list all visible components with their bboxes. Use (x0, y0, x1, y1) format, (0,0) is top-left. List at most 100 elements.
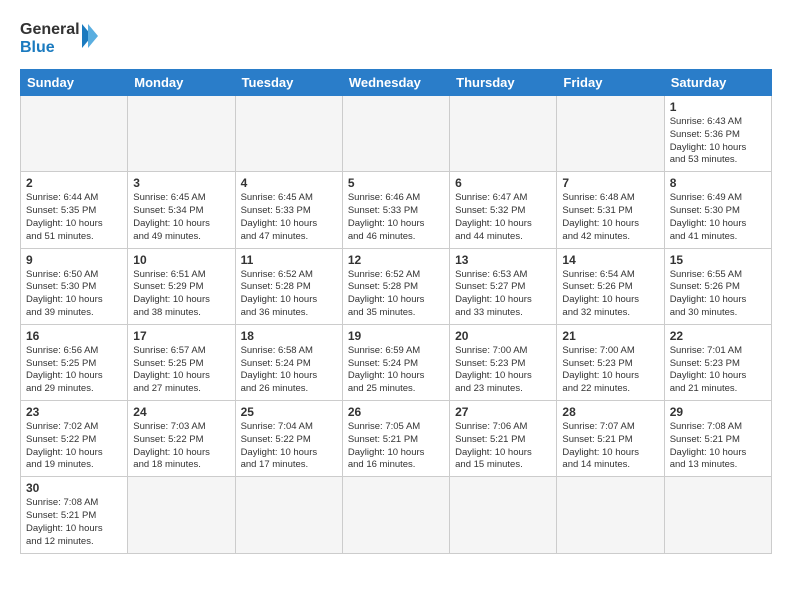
day-info: Sunrise: 7:00 AMSunset: 5:23 PMDaylight:… (562, 345, 658, 396)
day-number: 16 (26, 329, 122, 343)
logo-area: GeneralBlue (20, 16, 100, 61)
day-number: 13 (455, 253, 551, 267)
calendar-cell: 7Sunrise: 6:48 AMSunset: 5:31 PMDaylight… (557, 172, 664, 248)
calendar-cell: 4Sunrise: 6:45 AMSunset: 5:33 PMDaylight… (235, 172, 342, 248)
calendar-cell (450, 96, 557, 172)
calendar-cell: 16 Sunrise: 6:56 AMSunset: 5:25 PMDayligh… (21, 324, 128, 400)
day-info: Sunrise: 7:05 AMSunset: 5:21 PMDaylight:… (348, 421, 444, 472)
day-number: 14 (562, 253, 658, 267)
day-info: Sunrise: 6:46 AMSunset: 5:33 PMDaylight:… (348, 192, 444, 243)
calendar-cell: 17 Sunrise: 6:57 AMSunset: 5:25 PMDayligh… (128, 324, 235, 400)
calendar-cell: 23 Sunrise: 7:02 AMSunset: 5:22 PMDayligh… (21, 401, 128, 477)
weekday-header-sunday: Sunday (21, 70, 128, 96)
day-info: Sunrise: 7:03 AMSunset: 5:22 PMDaylight:… (133, 421, 229, 472)
day-number: 26 (348, 405, 444, 419)
calendar-week-1: 1 Sunrise: 6:43 AMSunset: 5:36 PMDaylight… (21, 96, 772, 172)
day-info: Sunrise: 6:43 AMSunset: 5:36 PMDaylight:… (670, 116, 766, 167)
calendar-cell: 12 Sunrise: 6:52 AMSunset: 5:28 PMDayligh… (342, 248, 449, 324)
day-info: Sunrise: 6:57 AMSunset: 5:25 PMDaylight:… (133, 345, 229, 396)
day-info: Sunrise: 6:50 AMSunset: 5:30 PMDaylight:… (26, 269, 122, 320)
calendar-cell (128, 96, 235, 172)
day-number: 4 (241, 176, 337, 190)
calendar-cell: 30 Sunrise: 7:08 AMSunset: 5:21 PMDayligh… (21, 477, 128, 553)
header: GeneralBlue (20, 16, 772, 61)
day-number: 23 (26, 405, 122, 419)
generalblue-logo: GeneralBlue (20, 16, 100, 61)
weekday-header-monday: Monday (128, 70, 235, 96)
calendar-table: SundayMondayTuesdayWednesdayThursdayFrid… (20, 69, 772, 554)
day-info: Sunrise: 7:02 AMSunset: 5:22 PMDaylight:… (26, 421, 122, 472)
calendar-cell: 10 Sunrise: 6:51 AMSunset: 5:29 PMDayligh… (128, 248, 235, 324)
day-number: 25 (241, 405, 337, 419)
day-info: Sunrise: 7:08 AMSunset: 5:21 PMDaylight:… (26, 497, 122, 548)
day-number: 30 (26, 481, 122, 495)
day-number: 5 (348, 176, 444, 190)
day-number: 22 (670, 329, 766, 343)
svg-text:Blue: Blue (20, 39, 55, 56)
day-info: Sunrise: 7:08 AMSunset: 5:21 PMDaylight:… (670, 421, 766, 472)
calendar-cell: 28Sunrise: 7:07 AMSunset: 5:21 PMDayligh… (557, 401, 664, 477)
calendar-cell (450, 477, 557, 553)
calendar-cell: 14Sunrise: 6:54 AMSunset: 5:26 PMDayligh… (557, 248, 664, 324)
calendar-cell: 26 Sunrise: 7:05 AMSunset: 5:21 PMDayligh… (342, 401, 449, 477)
day-number: 8 (670, 176, 766, 190)
page: GeneralBlue SundayMondayTuesdayWednesday… (0, 0, 792, 612)
calendar-week-3: 9 Sunrise: 6:50 AMSunset: 5:30 PMDaylight… (21, 248, 772, 324)
calendar-cell: 24 Sunrise: 7:03 AMSunset: 5:22 PMDayligh… (128, 401, 235, 477)
day-info: Sunrise: 7:06 AMSunset: 5:21 PMDaylight:… (455, 421, 551, 472)
day-info: Sunrise: 6:51 AMSunset: 5:29 PMDaylight:… (133, 269, 229, 320)
day-number: 20 (455, 329, 551, 343)
calendar-cell (128, 477, 235, 553)
day-info: Sunrise: 6:52 AMSunset: 5:28 PMDaylight:… (348, 269, 444, 320)
calendar-cell: 5 Sunrise: 6:46 AMSunset: 5:33 PMDaylight… (342, 172, 449, 248)
calendar-cell: 6 Sunrise: 6:47 AMSunset: 5:32 PMDaylight… (450, 172, 557, 248)
weekday-header-friday: Friday (557, 70, 664, 96)
day-number: 9 (26, 253, 122, 267)
calendar-cell (557, 477, 664, 553)
day-info: Sunrise: 6:49 AMSunset: 5:30 PMDaylight:… (670, 192, 766, 243)
weekday-header-thursday: Thursday (450, 70, 557, 96)
day-number: 24 (133, 405, 229, 419)
day-number: 28 (562, 405, 658, 419)
day-number: 27 (455, 405, 551, 419)
day-number: 18 (241, 329, 337, 343)
calendar-cell: 27 Sunrise: 7:06 AMSunset: 5:21 PMDayligh… (450, 401, 557, 477)
calendar-cell: 20Sunrise: 7:00 AMSunset: 5:23 PMDayligh… (450, 324, 557, 400)
day-number: 12 (348, 253, 444, 267)
calendar-cell: 19 Sunrise: 6:59 AMSunset: 5:24 PMDayligh… (342, 324, 449, 400)
calendar-week-5: 23 Sunrise: 7:02 AMSunset: 5:22 PMDayligh… (21, 401, 772, 477)
calendar-cell: 15 Sunrise: 6:55 AMSunset: 5:26 PMDayligh… (664, 248, 771, 324)
day-number: 6 (455, 176, 551, 190)
day-info: Sunrise: 6:48 AMSunset: 5:31 PMDaylight:… (562, 192, 658, 243)
day-number: 17 (133, 329, 229, 343)
weekday-header-wednesday: Wednesday (342, 70, 449, 96)
day-number: 15 (670, 253, 766, 267)
day-number: 3 (133, 176, 229, 190)
day-info: Sunrise: 6:53 AMSunset: 5:27 PMDaylight:… (455, 269, 551, 320)
calendar-cell: 11Sunrise: 6:52 AMSunset: 5:28 PMDayligh… (235, 248, 342, 324)
calendar-cell (21, 96, 128, 172)
day-info: Sunrise: 7:01 AMSunset: 5:23 PMDaylight:… (670, 345, 766, 396)
day-number: 1 (670, 100, 766, 114)
calendar-week-2: 2Sunrise: 6:44 AMSunset: 5:35 PMDaylight… (21, 172, 772, 248)
day-number: 19 (348, 329, 444, 343)
calendar-cell (342, 96, 449, 172)
weekday-header-row: SundayMondayTuesdayWednesdayThursdayFrid… (21, 70, 772, 96)
calendar-cell: 25 Sunrise: 7:04 AMSunset: 5:22 PMDayligh… (235, 401, 342, 477)
calendar-cell: 18Sunrise: 6:58 AMSunset: 5:24 PMDayligh… (235, 324, 342, 400)
day-info: Sunrise: 6:56 AMSunset: 5:25 PMDaylight:… (26, 345, 122, 396)
calendar-week-6: 30 Sunrise: 7:08 AMSunset: 5:21 PMDayligh… (21, 477, 772, 553)
day-info: Sunrise: 6:55 AMSunset: 5:26 PMDaylight:… (670, 269, 766, 320)
calendar-cell (235, 477, 342, 553)
day-info: Sunrise: 6:44 AMSunset: 5:35 PMDaylight:… (26, 192, 122, 243)
day-number: 10 (133, 253, 229, 267)
day-info: Sunrise: 6:47 AMSunset: 5:32 PMDaylight:… (455, 192, 551, 243)
day-info: Sunrise: 6:59 AMSunset: 5:24 PMDaylight:… (348, 345, 444, 396)
svg-text:General: General (20, 21, 80, 38)
calendar-week-4: 16 Sunrise: 6:56 AMSunset: 5:25 PMDayligh… (21, 324, 772, 400)
calendar-cell: 3Sunrise: 6:45 AMSunset: 5:34 PMDaylight… (128, 172, 235, 248)
calendar-cell: 9 Sunrise: 6:50 AMSunset: 5:30 PMDaylight… (21, 248, 128, 324)
calendar-cell (664, 477, 771, 553)
day-info: Sunrise: 7:04 AMSunset: 5:22 PMDaylight:… (241, 421, 337, 472)
calendar-cell: 2Sunrise: 6:44 AMSunset: 5:35 PMDaylight… (21, 172, 128, 248)
